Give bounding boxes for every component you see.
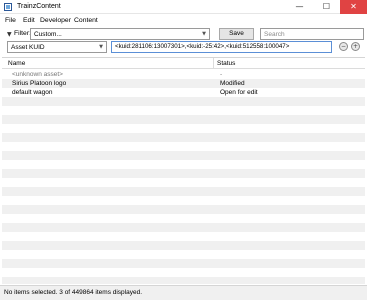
save-button[interactable]: Save bbox=[219, 28, 254, 40]
query-field-value: Asset KUID bbox=[11, 44, 45, 51]
remove-condition-icon[interactable]: − bbox=[339, 42, 348, 51]
chevron-down-icon: ▼ bbox=[202, 31, 206, 37]
maximize-button[interactable]: ☐ bbox=[313, 0, 340, 14]
row-name: Sirius Platoon logo bbox=[12, 80, 67, 87]
query-field-dropdown[interactable]: Asset KUID ▼ bbox=[7, 41, 107, 53]
filter-row: ▼ Filter: Custom... ▼ Save bbox=[0, 28, 367, 42]
empty-row bbox=[2, 223, 365, 232]
menu-content[interactable]: Content bbox=[74, 17, 98, 24]
row-status: Open for edit bbox=[220, 89, 258, 96]
status-text: No items selected. 3 of 449864 items dis… bbox=[4, 289, 143, 296]
empty-row bbox=[2, 241, 365, 250]
empty-row bbox=[2, 106, 365, 115]
query-row: Asset KUID ▼ <kuid:281106:13007301>,<kui… bbox=[0, 41, 367, 54]
chevron-down-icon: ▼ bbox=[99, 44, 103, 50]
empty-row bbox=[2, 268, 365, 277]
empty-row bbox=[2, 259, 365, 268]
filter-dropdown-value: Custom... bbox=[34, 31, 62, 38]
status-bar: No items selected. 3 of 449864 items dis… bbox=[0, 285, 367, 300]
menu-bar: File Edit Developer Content bbox=[0, 15, 367, 27]
title-bar: TrainzContent — ☐ ✕ bbox=[0, 0, 367, 14]
empty-row bbox=[2, 124, 365, 133]
window-title: TrainzContent bbox=[17, 3, 61, 10]
empty-row bbox=[2, 151, 365, 160]
collapse-arrow-icon[interactable]: ▼ bbox=[7, 31, 12, 38]
menu-edit[interactable]: Edit bbox=[23, 17, 35, 24]
list-row[interactable]: default wagon Open for edit bbox=[2, 88, 365, 97]
filter-dropdown[interactable]: Custom... ▼ bbox=[30, 28, 210, 40]
list-rows: <unknown asset> - Sirius Platoon logo Mo… bbox=[2, 70, 365, 284]
filter-label: Filter: bbox=[14, 30, 31, 37]
empty-row bbox=[2, 133, 365, 142]
row-name: <unknown asset> bbox=[12, 71, 63, 78]
empty-row bbox=[2, 178, 365, 187]
empty-row bbox=[2, 232, 365, 241]
menu-developer[interactable]: Developer bbox=[40, 17, 71, 24]
empty-row bbox=[2, 214, 365, 223]
search-input[interactable] bbox=[260, 28, 364, 40]
row-status: - bbox=[220, 71, 223, 78]
column-header-name[interactable]: Name bbox=[8, 60, 25, 67]
empty-row bbox=[2, 97, 365, 106]
list-header: Name Status bbox=[2, 58, 365, 69]
minimize-button[interactable]: — bbox=[286, 0, 313, 14]
empty-row bbox=[2, 277, 365, 284]
app-icon bbox=[4, 3, 12, 11]
empty-row bbox=[2, 187, 365, 196]
row-status: Modified bbox=[220, 80, 245, 87]
empty-row bbox=[2, 115, 365, 124]
row-name: default wagon bbox=[12, 89, 53, 96]
list-row[interactable]: <unknown asset> - bbox=[2, 70, 365, 79]
empty-row bbox=[2, 250, 365, 259]
empty-row bbox=[2, 205, 365, 214]
empty-row bbox=[2, 169, 365, 178]
empty-row bbox=[2, 196, 365, 205]
close-button[interactable]: ✕ bbox=[340, 0, 367, 14]
asset-list: Name Status <unknown asset> - Sirius Pla… bbox=[2, 57, 365, 284]
empty-row bbox=[2, 160, 365, 169]
column-header-status[interactable]: Status bbox=[213, 58, 235, 69]
kuid-query-input[interactable]: <kuid:281106:13007301>,<kuid:-25:42>,<ku… bbox=[111, 41, 332, 53]
menu-file[interactable]: File bbox=[5, 17, 16, 24]
add-condition-icon[interactable]: + bbox=[351, 42, 360, 51]
empty-row bbox=[2, 142, 365, 151]
list-row[interactable]: Sirius Platoon logo Modified bbox=[2, 79, 365, 88]
